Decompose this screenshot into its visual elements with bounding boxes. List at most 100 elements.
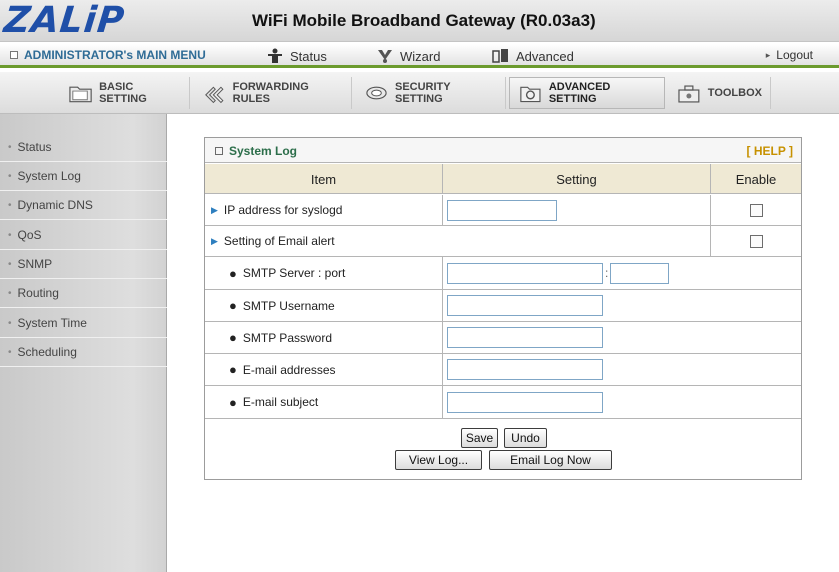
smtp-username-label: SMTP Username [242, 298, 335, 313]
syslogd-ip-input[interactable] [447, 199, 557, 221]
tab-security-setting[interactable]: SECURITY SETTING [356, 77, 506, 109]
sidebar-item-label: Routing [17, 286, 59, 300]
syslogd-label: IP address for syslogd [223, 203, 343, 217]
table-header: Item Setting Enable [205, 164, 801, 194]
bullet-icon: ● [229, 298, 237, 313]
row-setting-cell [443, 386, 801, 418]
sidebar-item-dynamic-dns[interactable]: • Dynamic DNS [0, 191, 167, 220]
smtp-server-label: SMTP Server : port [242, 266, 346, 280]
smtp-password-label: SMTP Password [242, 330, 332, 345]
bullet-icon: • [8, 317, 12, 329]
email-log-now-button[interactable]: Email Log Now [489, 450, 612, 470]
bullet-icon: ● [229, 362, 237, 377]
bullet-icon: ● [229, 330, 237, 345]
sidebar-item-label: SNMP [17, 257, 53, 271]
smtp-port-input[interactable] [610, 262, 670, 284]
sidebar: • Status • System Log • Dynamic DNS • Qo… [0, 114, 167, 572]
bullet-icon: • [8, 199, 12, 211]
square-icon [215, 147, 223, 155]
settings-tab-bar: BASIC SETTING FORWARDING RULES SECURITY … [0, 72, 839, 114]
bullet-icon: • [8, 229, 12, 241]
lock-icon [366, 86, 387, 100]
logout-link[interactable]: ▸ Logout [766, 48, 813, 62]
logout-arrow-icon: ▸ [765, 49, 771, 60]
sidebar-item-system-log[interactable]: • System Log [0, 162, 167, 191]
row-label-cell: ● SMTP Server : port [205, 257, 443, 289]
sidebar-item-scheduling[interactable]: • Scheduling [0, 338, 167, 367]
row-enable-cell [711, 195, 801, 225]
save-button[interactable]: Save [461, 428, 498, 448]
view-log-button[interactable]: View Log... [395, 450, 482, 470]
syslogd-enable-checkbox[interactable] [749, 203, 763, 217]
column-header-item: Item [205, 164, 443, 194]
advanced-nav-label: Advanced [516, 48, 574, 64]
wizard-nav-label: Wizard [400, 48, 441, 64]
sidebar-item-label: QoS [17, 228, 42, 242]
wizard-icon [378, 50, 392, 63]
sidebar-item-snmp[interactable]: • SNMP [0, 250, 167, 279]
row-label-cell: ● E-mail addresses [205, 354, 443, 385]
bullet-icon: ● [229, 394, 237, 410]
row-label-cell: ● SMTP Username [205, 290, 443, 321]
status-nav-link[interactable]: Status [266, 48, 327, 64]
wizard-nav-link[interactable]: Wizard [376, 48, 440, 64]
arrows-icon [205, 86, 224, 104]
tab-advanced-setting[interactable]: ADVANCED SETTING [509, 77, 665, 109]
row-setting-cell [443, 322, 801, 353]
row-setting-cell [443, 195, 711, 225]
smtp-server-input[interactable] [447, 262, 603, 284]
email-alert-enable-checkbox[interactable] [749, 234, 763, 248]
triangle-right-icon: ▶ [211, 204, 218, 215]
email-addresses-input[interactable] [447, 359, 603, 380]
folder-icon [69, 86, 92, 103]
bullet-icon: ● [229, 265, 237, 281]
triangle-right-icon: ▶ [211, 235, 218, 246]
gear-folder-icon [520, 86, 541, 103]
tab-toolbox[interactable]: TOOLBOX [668, 77, 771, 109]
sidebar-item-status[interactable]: • Status [0, 133, 167, 162]
tab-security-setting-label: SECURITY SETTING [394, 81, 451, 105]
bullet-icon: • [8, 258, 12, 270]
toolbox-icon [678, 85, 700, 103]
panel-title-text: System Log [229, 144, 298, 158]
panel-title: System Log [215, 144, 297, 158]
sidebar-item-label: System Time [17, 316, 87, 330]
system-log-panel: System Log [ HELP ] Item Setting Enable … [204, 137, 802, 480]
email-addresses-label: E-mail addresses [242, 362, 336, 377]
help-link[interactable]: [ HELP ] [747, 144, 793, 158]
email-subject-label: E-mail subject [242, 395, 319, 409]
tab-toolbox-label: TOOLBOX [707, 87, 762, 99]
row-enable-cell [711, 226, 801, 256]
admin-main-menu-link[interactable]: ADMINISTRATOR's MAIN MENU [10, 48, 206, 62]
table-row-smtp-server: ● SMTP Server : port : [205, 257, 801, 290]
table-row-syslogd: ▶ IP address for syslogd [205, 195, 801, 226]
tab-forwarding-rules[interactable]: FORWARDING RULES [194, 77, 352, 109]
smtp-username-input[interactable] [447, 295, 603, 316]
table-row-email-alert: ▶ Setting of Email alert [205, 226, 801, 257]
app-header: ZALiP WiFi Mobile Broadband Gateway (R0.… [0, 0, 839, 42]
sidebar-item-qos[interactable]: • QoS [0, 221, 167, 250]
tab-forwarding-rules-label: FORWARDING RULES [232, 81, 309, 105]
button-area: Save Undo View Log... Email Log Now [205, 419, 801, 479]
email-alert-label: Setting of Email alert [223, 234, 335, 248]
tab-basic-setting[interactable]: BASIC SETTING [60, 77, 190, 109]
bullet-icon: • [8, 170, 12, 182]
bullet-icon: • [8, 287, 12, 299]
sidebar-item-system-time[interactable]: • System Time [0, 309, 167, 338]
table-row-smtp-username: ● SMTP Username [205, 290, 801, 322]
undo-button[interactable]: Undo [504, 428, 547, 448]
square-icon [10, 51, 18, 59]
row-label-cell: ● SMTP Password [205, 322, 443, 353]
port-separator: : [605, 266, 609, 280]
smtp-password-input[interactable] [447, 327, 603, 348]
brand-logo: ZALiP [1, 0, 127, 41]
advanced-nav-link[interactable]: Advanced [492, 48, 574, 64]
row-setting-cell [443, 290, 801, 321]
status-nav-label: Status [290, 48, 327, 64]
panel-header: System Log [ HELP ] [205, 138, 801, 163]
logout-label: Logout [776, 48, 813, 62]
sidebar-item-routing[interactable]: • Routing [0, 279, 167, 308]
email-subject-input[interactable] [447, 391, 603, 413]
row-setting-cell: : [443, 257, 801, 289]
sidebar-item-label: Dynamic DNS [17, 198, 93, 212]
